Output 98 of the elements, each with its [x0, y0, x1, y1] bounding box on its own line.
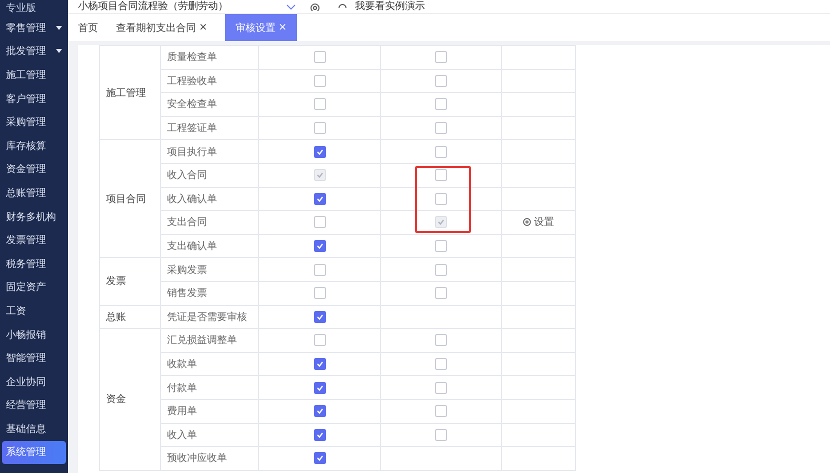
check-icon [316, 360, 324, 368]
caret-icon [56, 49, 62, 54]
checkbox[interactable] [314, 334, 326, 346]
caret-icon[interactable] [286, 4, 296, 10]
checkbox[interactable] [314, 310, 326, 323]
sidebar-item[interactable]: 客户管理 [2, 86, 66, 110]
sidebar-item[interactable]: 系统管理 [2, 440, 66, 464]
document-type: 安全检查单 [166, 98, 218, 112]
checkbox[interactable] [314, 74, 326, 87]
checkbox[interactable] [435, 287, 447, 300]
checkbox[interactable] [435, 405, 447, 418]
document-type: 收入合同 [166, 168, 208, 182]
document-type: 收入确认单 [166, 192, 218, 206]
checkbox[interactable] [314, 192, 326, 205]
sidebar-item[interactable]: 零售管理 [2, 16, 66, 40]
document-type: 支出合同 [166, 216, 208, 230]
document-type: 预收冲应收单 [166, 452, 228, 466]
checkbox[interactable] [314, 216, 326, 228]
document-type: 收款单 [166, 358, 198, 372]
checkbox[interactable] [314, 264, 326, 276]
checkbox[interactable] [435, 98, 447, 110]
checkbox[interactable] [314, 122, 326, 134]
checkbox[interactable] [435, 428, 447, 441]
sidebar-item[interactable]: 基础信息 [2, 417, 66, 441]
tab[interactable]: 审核设置 × [225, 14, 297, 41]
check-icon [316, 384, 324, 392]
close-icon[interactable]: × [278, 22, 287, 33]
group-label: 总账 [105, 310, 127, 324]
sidebar-item[interactable]: 库存核算 [2, 134, 66, 158]
document-type: 项目执行单 [166, 146, 218, 159]
group-label: 项目合同 [105, 192, 147, 206]
add-circle-icon [523, 218, 531, 226]
document-type: 费用单 [166, 404, 198, 418]
project-name: 小杨项目合同流程验（劳删劳动） [78, 1, 228, 13]
checkbox[interactable] [314, 287, 326, 300]
checkbox[interactable] [435, 382, 447, 394]
checkbox[interactable] [314, 382, 326, 394]
document-type: 销售发票 [166, 287, 208, 300]
group-label: 发票 [105, 275, 127, 288]
checkbox[interactable] [314, 358, 326, 370]
checkbox[interactable] [435, 264, 447, 276]
document-type: 支出确认单 [166, 240, 218, 254]
check-icon [316, 194, 324, 203]
checkbox[interactable] [435, 192, 447, 205]
checkbox[interactable] [314, 98, 326, 110]
sidebar-item[interactable]: 智能管理 [2, 346, 66, 370]
edition-label: 专业版 [5, 2, 37, 16]
checkbox[interactable] [435, 51, 447, 64]
sidebar-item[interactable]: 财务多机构 [2, 204, 66, 228]
demo-link[interactable]: 我要看实例演示 [355, 1, 425, 13]
sidebar-item[interactable]: 固定资产 [2, 276, 66, 300]
check-icon [437, 218, 445, 226]
document-type: 凭证是否需要审核 [166, 310, 248, 324]
sidebar-item[interactable]: 发票管理 [2, 228, 66, 252]
document-type: 质量检查单 [166, 50, 218, 64]
document-type: 汇兑损益调整单 [166, 334, 238, 348]
check-icon [316, 148, 324, 156]
settings-icon[interactable] [310, 3, 320, 11]
tab[interactable]: 首页 [78, 14, 98, 41]
sidebar-item[interactable]: 税务管理 [2, 252, 66, 276]
document-type: 工程签证单 [166, 122, 218, 136]
caret-icon [56, 26, 62, 30]
checkbox[interactable] [314, 240, 326, 252]
document-type: 采购发票 [166, 264, 208, 277]
group-label: 资金 [105, 393, 127, 406]
check-icon [316, 454, 324, 462]
checkbox[interactable] [314, 428, 326, 441]
sidebar-item[interactable]: 经营管理 [2, 394, 66, 418]
sidebar-item[interactable]: 资金管理 [2, 158, 66, 182]
checkbox[interactable] [314, 452, 326, 464]
checkbox[interactable] [314, 405, 326, 418]
checkbox[interactable] [314, 51, 326, 64]
checkbox[interactable] [435, 334, 447, 346]
sidebar-item[interactable]: 企业协同 [2, 370, 66, 394]
checkbox[interactable] [435, 122, 447, 134]
check-icon [316, 430, 324, 439]
checkbox[interactable] [314, 146, 326, 158]
checkbox[interactable] [435, 240, 447, 252]
document-type: 收入单 [166, 428, 198, 442]
tab[interactable]: 查看期初支出合同 × [116, 14, 208, 41]
sidebar-item[interactable]: 批发管理 [2, 40, 66, 64]
checkbox[interactable] [435, 146, 447, 158]
close-icon[interactable]: × [199, 22, 208, 33]
checkbox[interactable] [435, 74, 447, 87]
sidebar-item[interactable]: 采购管理 [2, 110, 66, 134]
document-type: 付款单 [166, 382, 198, 395]
sidebar-item[interactable]: 小畅报销 [2, 322, 66, 346]
group-label: 施工管理 [105, 86, 147, 100]
check-icon [316, 242, 324, 250]
sidebar-item[interactable]: 总账管理 [2, 181, 66, 205]
checkbox[interactable] [435, 358, 447, 370]
document-type: 工程验收单 [166, 74, 218, 88]
check-icon [316, 171, 324, 180]
sidebar-item[interactable]: 工资 [2, 299, 66, 323]
check-icon [316, 312, 324, 321]
check-icon [316, 407, 324, 416]
checkbox[interactable] [435, 169, 447, 182]
sidebar-item[interactable]: 施工管理 [2, 63, 66, 87]
